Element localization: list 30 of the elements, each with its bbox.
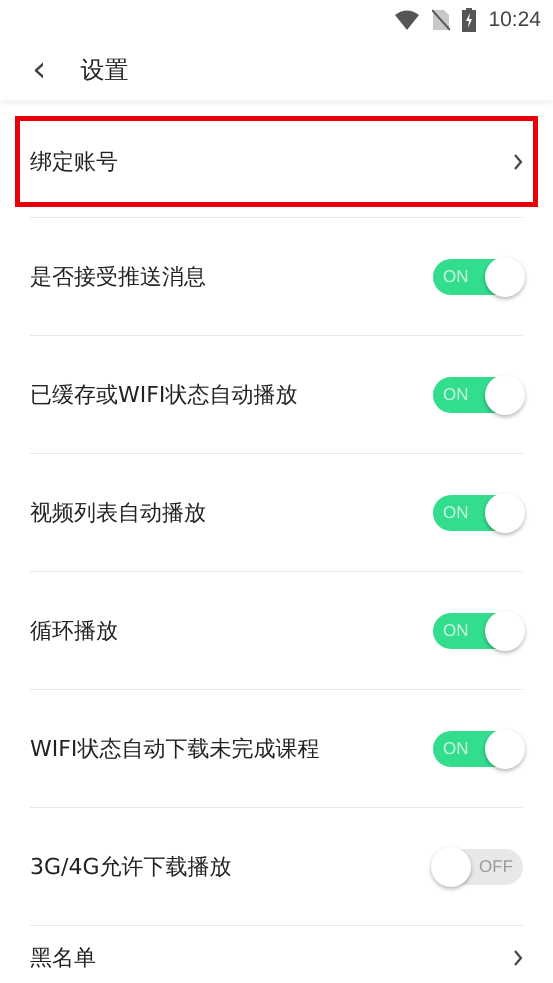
toggle-state-text: ON — [443, 502, 468, 522]
toggle-state-text: ON — [443, 384, 468, 404]
chevron-icon — [513, 154, 523, 170]
clock-time: 10:24 — [488, 8, 541, 32]
setting-label: 绑定账号 — [30, 148, 118, 176]
setting-label: WIFI状态自动下载未完成课程 — [30, 736, 320, 764]
setting-label: 黑名单 — [30, 945, 96, 973]
settings-row[interactable]: 3G/4G允许下载播放 OFF — [15, 808, 538, 925]
setting-label: 是否接受推送消息 — [30, 264, 206, 292]
toggle-state-text: OFF — [479, 856, 513, 876]
settings-row[interactable]: WIFI状态自动下载未完成课程 ON — [15, 690, 538, 807]
back-button[interactable]: ‹ — [26, 52, 52, 88]
settings-row[interactable]: 循环播放 ON — [15, 572, 538, 689]
toggle-state-text: ON — [443, 620, 468, 640]
setting-label: 循环播放 — [30, 618, 118, 646]
settings-row[interactable]: 绑定账号 — [15, 116, 538, 207]
setting-label: 已缓存或WIFI状态自动播放 — [30, 382, 298, 410]
settings-row[interactable]: 已缓存或WIFI状态自动播放 ON — [15, 336, 538, 453]
chevron-icon — [513, 950, 523, 966]
setting-label: 3G/4G允许下载播放 — [30, 854, 232, 882]
toggle-state-text: ON — [443, 266, 468, 286]
settings-row[interactable]: 黑名单 — [15, 926, 538, 983]
page-title: 设置 — [80, 55, 128, 86]
battery-charging-icon — [462, 8, 476, 32]
settings-row[interactable]: 是否接受推送消息 ON — [15, 218, 538, 335]
no-sim-icon — [432, 9, 450, 31]
setting-label: 视频列表自动播放 — [30, 500, 206, 528]
wifi-icon — [394, 10, 420, 30]
settings-row[interactable]: 视频列表自动播放 ON — [15, 454, 538, 571]
toggle-state-text: ON — [443, 738, 468, 758]
